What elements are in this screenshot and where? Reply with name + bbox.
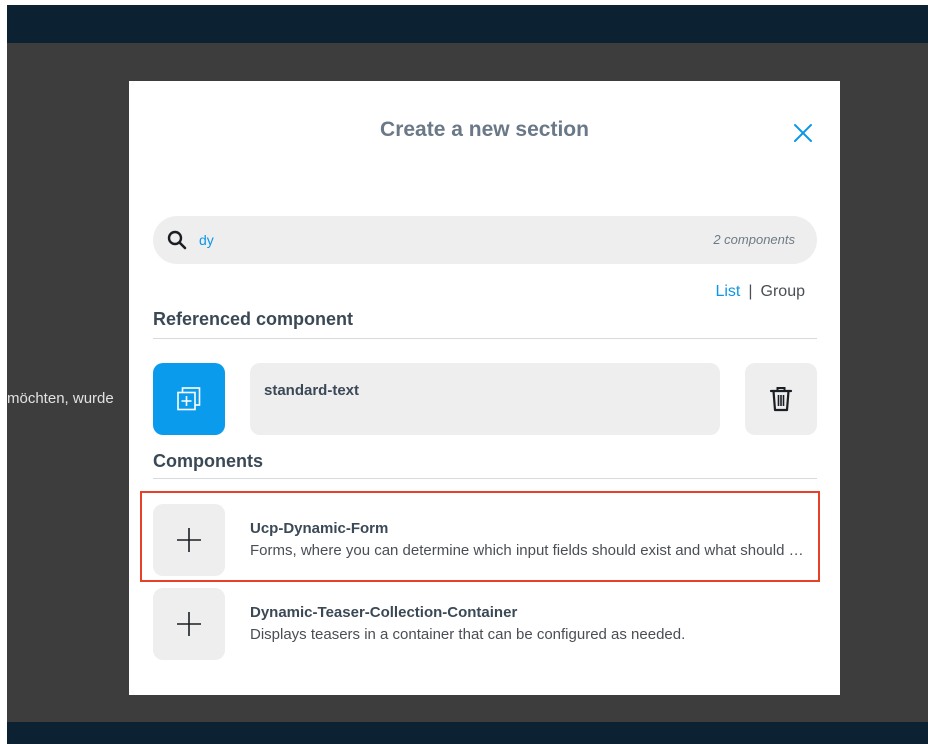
referenced-component-tile[interactable] [153,363,225,435]
close-button[interactable] [791,121,815,145]
bottom-bar [7,722,928,744]
view-group-toggle[interactable]: Group [761,283,805,300]
component-description: Displays teasers in a container that can… [250,626,686,643]
trash-icon [769,387,793,412]
component-item-dynamic-teaser-collection-container[interactable]: Dynamic-Teaser-Collection-Container Disp… [153,588,817,660]
view-toggle-separator: | [748,283,753,300]
divider [153,478,817,479]
view-toggle: List | Group [715,283,805,301]
plus-icon [177,528,201,552]
divider [153,338,817,339]
search-bar: 2 components [153,216,817,264]
component-description: Forms, where you can determine which inp… [250,542,810,559]
delete-reference-button[interactable] [745,363,817,435]
referenced-component-name: standard-text [264,382,360,399]
add-reference-icon [177,387,201,411]
components-heading: Components [153,451,263,471]
create-section-modal: Create a new section 2 components List | G… [129,81,840,695]
component-item-ucp-dynamic-form[interactable]: Ucp-Dynamic-Form Forms, where you can de… [153,504,817,576]
background-text: möchten, wurde [7,390,114,407]
search-result-count: 2 components [713,232,795,247]
referenced-component-heading: Referenced component [153,309,354,329]
modal-title: Create a new section [380,118,589,141]
search-input[interactable] [199,230,639,250]
close-icon [794,124,812,142]
plus-icon [177,612,201,636]
referenced-component-name-box: standard-text [250,363,720,435]
top-bar [7,5,928,43]
view-list-toggle[interactable]: List [715,283,740,300]
component-name: Ucp-Dynamic-Form [250,520,389,537]
add-component-button[interactable] [153,588,225,660]
add-component-button[interactable] [153,504,225,576]
search-icon [167,230,187,250]
component-name: Dynamic-Teaser-Collection-Container [250,604,518,621]
